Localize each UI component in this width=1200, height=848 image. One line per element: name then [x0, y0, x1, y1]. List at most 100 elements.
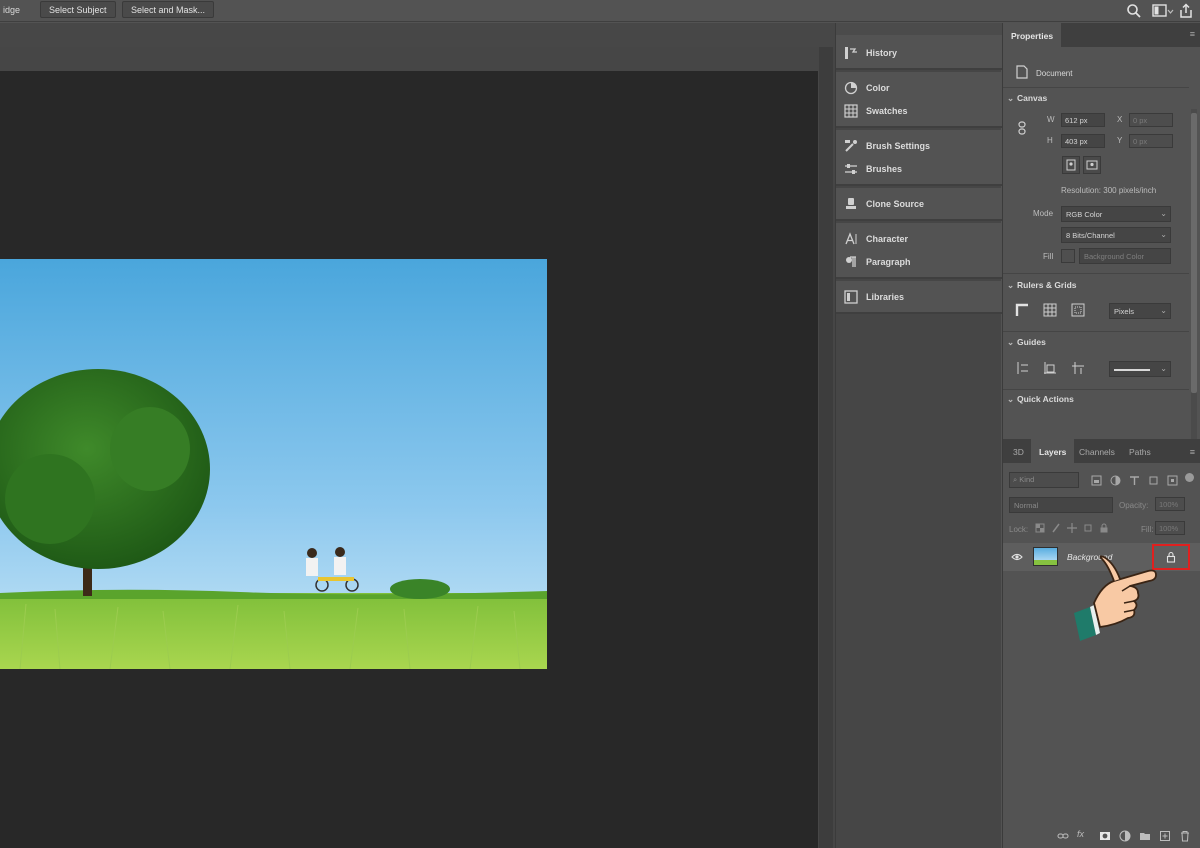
- panel-color[interactable]: Color: [836, 76, 1002, 99]
- panel-dock: History Color Swatches Brush Settings Br…: [835, 23, 1002, 848]
- character-icon: [844, 231, 858, 246]
- properties-scrollbar[interactable]: [1191, 109, 1197, 439]
- canvas-mode-select[interactable]: RGB Color ⌄: [1061, 206, 1171, 222]
- layer-thumbnail[interactable]: [1033, 547, 1058, 566]
- portrait-orientation-icon[interactable]: [1062, 156, 1080, 174]
- panel-brushes[interactable]: Brushes: [836, 157, 1002, 180]
- panel-clone-source[interactable]: Clone Source: [836, 192, 1002, 215]
- new-layer-icon[interactable]: [1159, 829, 1171, 841]
- new-guide-icon[interactable]: [1069, 359, 1087, 377]
- layer-filter-field[interactable]: ⌕ Kind: [1009, 472, 1079, 488]
- tab-3d[interactable]: 3D: [1005, 439, 1032, 463]
- lock-all-icon[interactable]: [1095, 519, 1113, 537]
- canvas-mode-label: Mode: [1033, 209, 1054, 218]
- panel-paragraph[interactable]: Paragraph: [836, 250, 1002, 273]
- canvas-photo[interactable]: [0, 259, 547, 669]
- history-icon: [844, 46, 858, 60]
- adjustment-layer-icon[interactable]: [1119, 829, 1131, 842]
- canvas-x-label: X: [1117, 115, 1123, 124]
- tab-channels[interactable]: Channels: [1071, 439, 1123, 463]
- panel-history[interactable]: History: [836, 41, 1002, 64]
- properties-kind-label: Document: [1036, 69, 1073, 78]
- link-layers-icon[interactable]: [1057, 829, 1069, 841]
- canvas-vertical-scrollbar[interactable]: [819, 47, 833, 848]
- ruler-units-select[interactable]: Pixels ⌄: [1109, 303, 1171, 319]
- document-area: [0, 23, 835, 848]
- canvas-resolution-text: Resolution: 300 pixels/inch: [1061, 186, 1157, 195]
- share-icon[interactable]: [1178, 3, 1194, 19]
- canvas-fill-swatch[interactable]: [1061, 249, 1075, 263]
- panel-character[interactable]: Character: [836, 227, 1002, 250]
- link-icon[interactable]: [1013, 119, 1031, 137]
- dock-grip[interactable]: [836, 23, 1002, 35]
- filter-adjustment-icon[interactable]: [1106, 471, 1124, 489]
- blend-mode-select[interactable]: Normal: [1009, 497, 1113, 513]
- panel-character-label: Character: [866, 233, 909, 244]
- workspace-icon[interactable]: [1152, 3, 1174, 19]
- tab-layers[interactable]: Layers: [1031, 439, 1075, 463]
- chevron-down-icon: ⌄: [1160, 306, 1167, 315]
- panel-group-color: Color Swatches: [836, 72, 1002, 128]
- quick-actions-section-header[interactable]: ⌄ Quick Actions: [1007, 394, 1074, 405]
- guides-section-header[interactable]: ⌄ Guides: [1007, 337, 1046, 348]
- canvas-section-header[interactable]: ⌄ Canvas: [1007, 93, 1047, 104]
- options-bar: idge Select Subject Select and Mask...: [0, 0, 1200, 22]
- photoshop-window: idge Select Subject Select and Mask... H…: [0, 0, 1200, 848]
- canvas-fill-select[interactable]: Background Color: [1079, 248, 1171, 264]
- layers-menu-icon[interactable]: ≡: [1190, 447, 1195, 457]
- chevron-down-icon: ⌄: [1160, 230, 1167, 239]
- panel-brushes-label: Brushes: [866, 163, 903, 174]
- panel-group-type: Character Paragraph: [836, 223, 1002, 279]
- brush-settings-icon: [844, 139, 858, 153]
- canvas-fill-value: Background Color: [1084, 252, 1145, 261]
- panel-swatches[interactable]: Swatches: [836, 99, 1002, 122]
- canvas-width-label: W: [1047, 115, 1055, 124]
- layer-style-icon[interactable]: fx: [1077, 829, 1091, 841]
- filter-pixel-icon[interactable]: [1087, 471, 1105, 489]
- tab-properties[interactable]: Properties: [1003, 23, 1062, 47]
- opacity-field[interactable]: 100%: [1155, 497, 1185, 511]
- panel-brush-settings[interactable]: Brush Settings: [836, 134, 1002, 157]
- landscape-orientation-icon[interactable]: [1083, 156, 1101, 174]
- grid-icon[interactable]: [1041, 301, 1059, 319]
- pixel-grid-icon[interactable]: [1069, 301, 1087, 319]
- guide-layout-icon[interactable]: [1013, 359, 1031, 377]
- canvas-height-field[interactable]: 403 px: [1061, 134, 1105, 148]
- fill-label: Fill:: [1141, 525, 1154, 534]
- rulers-grids-section-header[interactable]: ⌄ Rulers & Grids: [1007, 280, 1077, 291]
- panel-history-label: History: [866, 47, 898, 58]
- filter-type-icon[interactable]: [1125, 471, 1143, 489]
- canvas-x-field[interactable]: 0 px: [1129, 113, 1173, 127]
- ruler-icon[interactable]: [1013, 301, 1031, 319]
- brushes-icon: [844, 162, 858, 176]
- search-icon[interactable]: [1126, 3, 1142, 19]
- lock-label: Lock:: [1009, 525, 1029, 534]
- panel-swatches-label: Swatches: [866, 105, 908, 116]
- properties-divider: [1003, 273, 1189, 274]
- properties-scroll-thumb[interactable]: [1191, 113, 1197, 393]
- trash-icon[interactable]: [1179, 829, 1191, 842]
- canvas-depth-select[interactable]: 8 Bits/Channel ⌄: [1061, 227, 1171, 243]
- canvas-width-field[interactable]: 612 px: [1061, 113, 1105, 127]
- eye-icon[interactable]: [1008, 548, 1026, 566]
- tab-paths[interactable]: Paths: [1121, 439, 1159, 463]
- canvas-depth-value: 8 Bits/Channel: [1066, 231, 1115, 240]
- document-tab-bar: [0, 23, 835, 47]
- panel-menu-icon[interactable]: ≡: [1190, 29, 1195, 39]
- panel-libraries[interactable]: Libraries: [836, 285, 1002, 308]
- canvas-y-field[interactable]: 0 px: [1129, 134, 1173, 148]
- filter-toggle-icon[interactable]: [1185, 473, 1194, 482]
- guide-style-select[interactable]: ⌄: [1109, 361, 1171, 377]
- select-subject-button[interactable]: Select Subject: [40, 1, 116, 18]
- panel-group-history: History: [836, 35, 1002, 70]
- blend-mode-value: Normal: [1014, 501, 1039, 510]
- filter-shape-icon[interactable]: [1144, 471, 1162, 489]
- select-and-mask-button[interactable]: Select and Mask...: [122, 1, 215, 18]
- add-mask-icon[interactable]: [1099, 829, 1111, 841]
- guide-from-shape-icon[interactable]: [1041, 359, 1059, 377]
- filter-smart-object-icon[interactable]: [1163, 471, 1181, 489]
- fill-field[interactable]: 100%: [1155, 521, 1185, 535]
- new-group-icon[interactable]: [1139, 829, 1151, 841]
- canvas-workspace[interactable]: [0, 71, 818, 848]
- clone-source-icon: [844, 197, 858, 211]
